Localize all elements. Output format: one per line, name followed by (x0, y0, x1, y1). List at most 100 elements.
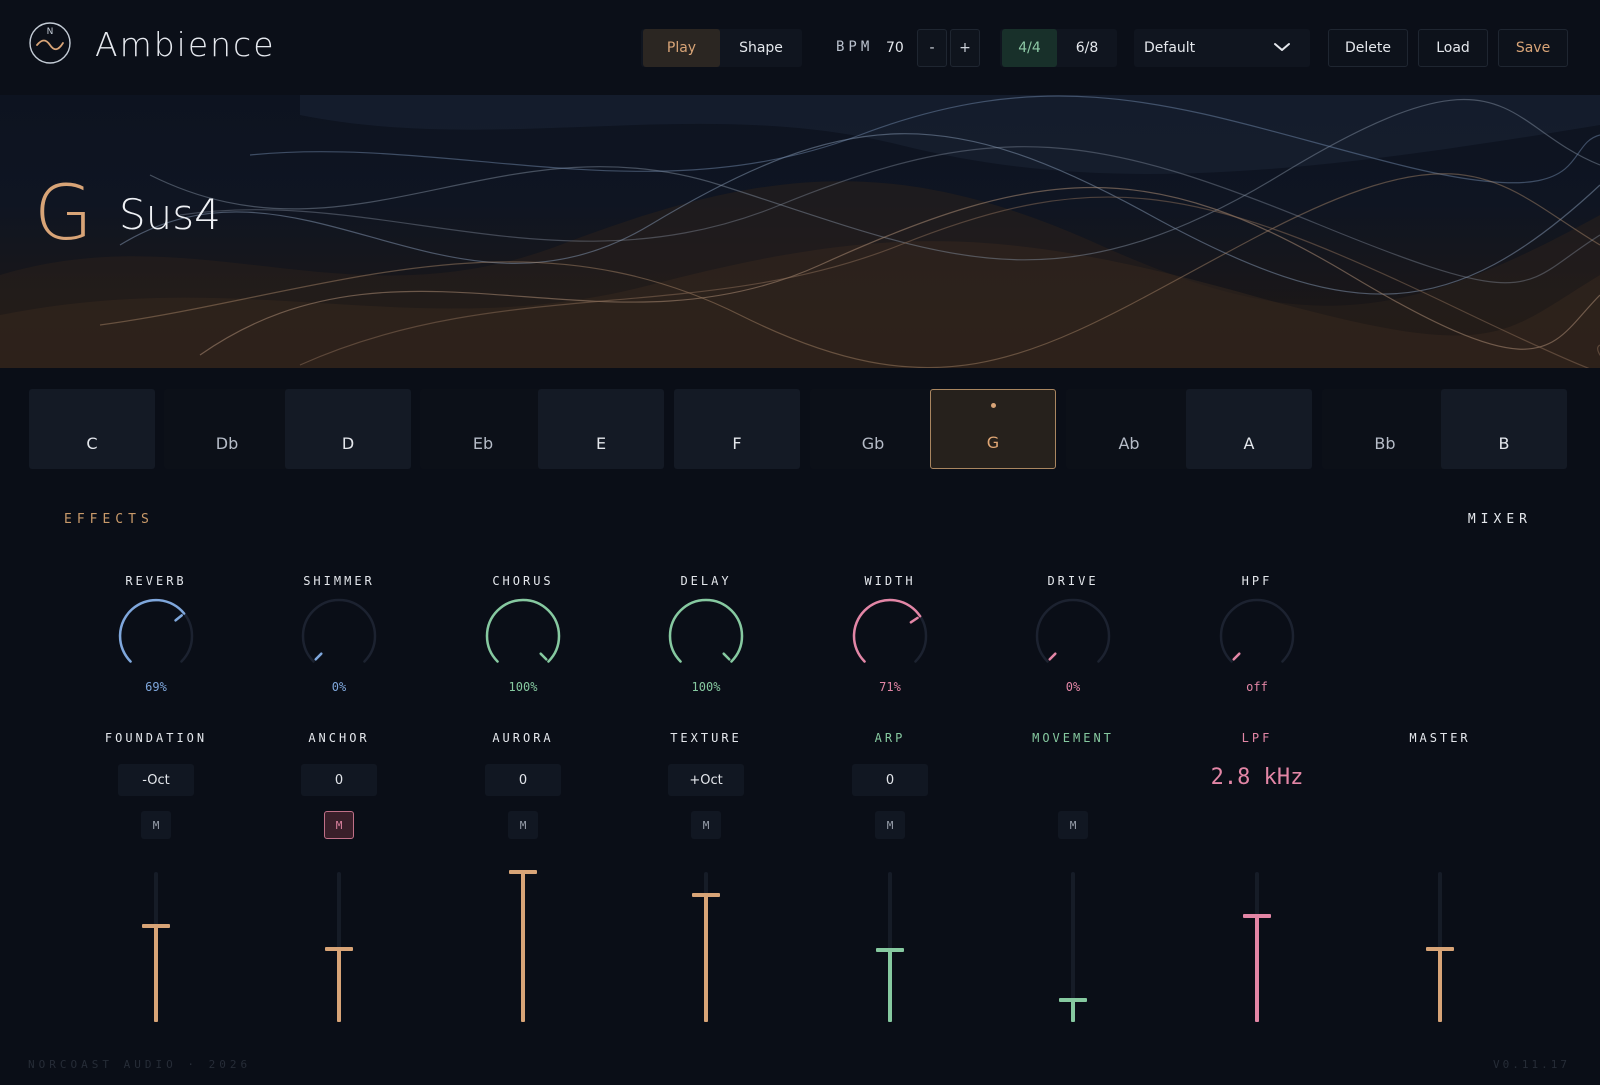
knob-shimmer[interactable]: SHIMMER 0% (279, 574, 399, 694)
knob-pointer (539, 652, 548, 661)
channel-label: ANCHOR (308, 731, 370, 745)
delete-button[interactable]: Delete (1328, 29, 1408, 67)
knob-dial[interactable] (1217, 596, 1297, 676)
fader-fill (1255, 915, 1259, 1022)
volume-fader[interactable] (1059, 872, 1087, 1022)
knob-chorus[interactable]: CHORUS 100% (463, 574, 583, 694)
bpm-increase-button[interactable]: + (950, 29, 980, 67)
key-label: Ab (1118, 434, 1140, 453)
knob-hpf[interactable]: HPF off (1197, 574, 1317, 694)
knob-value-arc (852, 598, 922, 663)
knob-dial[interactable] (666, 596, 746, 676)
top-bar: N Ambience Play Shape BPM 70 - + 4/4 6/8… (0, 0, 1600, 95)
mute-button[interactable]: M (324, 811, 354, 839)
chevron-down-icon (1274, 43, 1290, 51)
key-a[interactable]: A (1186, 389, 1312, 469)
fader-handle[interactable] (876, 948, 904, 952)
chord-quality: Sus4 (119, 190, 221, 239)
knob-value-arc (668, 598, 744, 663)
volume-fader[interactable] (142, 872, 170, 1022)
knob-width[interactable]: WIDTH 71% (830, 574, 950, 694)
knob-label: DRIVE (1047, 574, 1099, 588)
mute-button[interactable]: M (508, 811, 538, 839)
volume-fader[interactable] (1426, 872, 1454, 1022)
play-mode-button[interactable]: Play (643, 29, 720, 67)
fader-handle[interactable] (1059, 997, 1087, 1002)
key-b[interactable]: B (1441, 389, 1567, 469)
load-button[interactable]: Load (1418, 29, 1488, 67)
knob-dial[interactable] (116, 596, 196, 676)
knob-pointer (1048, 652, 1057, 661)
knob-dial[interactable] (850, 596, 930, 676)
key-c[interactable]: C (29, 389, 155, 469)
key-bb[interactable]: Bb (1322, 389, 1448, 469)
key-g[interactable]: G (930, 389, 1056, 469)
channel-label: LPF (1241, 731, 1273, 745)
key-label: F (732, 434, 742, 453)
key-eb[interactable]: Eb (420, 389, 546, 469)
volume-fader[interactable] (325, 872, 353, 1022)
logo-icon: N (29, 22, 71, 64)
octave-field[interactable]: -Oct (118, 764, 194, 796)
fader-handle[interactable] (142, 924, 170, 928)
key-f[interactable]: F (674, 389, 800, 469)
shape-mode-button[interactable]: Shape (722, 29, 800, 67)
knob-track (1219, 598, 1295, 663)
volume-fader[interactable] (876, 872, 904, 1022)
knob-pointer (722, 652, 731, 661)
fader-fill (337, 948, 341, 1022)
channel-label: TEXTURE (670, 731, 742, 745)
time-sig-6-8-button[interactable]: 6/8 (1059, 29, 1115, 67)
knob-label: WIDTH (864, 574, 916, 588)
volume-fader[interactable] (1243, 872, 1271, 1022)
channel-label: MASTER (1409, 731, 1471, 745)
knob-dial[interactable] (299, 596, 379, 676)
channel-label: AURORA (492, 731, 554, 745)
effects-section-title: EFFECTS (64, 512, 154, 527)
preset-dropdown[interactable]: Default (1134, 29, 1310, 67)
footer-version: V0.11.17 (1493, 1058, 1570, 1071)
save-button[interactable]: Save (1498, 29, 1568, 67)
bpm-decrease-button[interactable]: - (917, 29, 947, 67)
mute-button[interactable]: M (875, 811, 905, 839)
fader-handle[interactable] (325, 946, 353, 951)
key-e[interactable]: E (538, 389, 664, 469)
knob-dial[interactable] (483, 596, 563, 676)
key-label: C (86, 434, 98, 453)
volume-fader[interactable] (692, 872, 720, 1022)
chord-root: G (34, 168, 93, 257)
channel-label: ARP (874, 731, 906, 745)
knob-reverb[interactable]: REVERB 69% (96, 574, 216, 694)
volume-fader[interactable] (509, 870, 537, 1022)
knob-dial[interactable] (1033, 596, 1113, 676)
key-gb[interactable]: Gb (810, 389, 936, 469)
mute-button[interactable]: M (1058, 811, 1088, 839)
knob-value: off (1246, 680, 1268, 694)
knob-label: SHIMMER (303, 574, 375, 588)
fader-handle[interactable] (1243, 913, 1271, 918)
key-label: D (341, 434, 355, 453)
knob-label: REVERB (125, 574, 187, 588)
octave-field[interactable]: 0 (301, 764, 377, 796)
knob-delay[interactable]: DELAY 100% (646, 574, 766, 694)
mute-button[interactable]: M (141, 811, 171, 839)
key-db[interactable]: Db (164, 389, 290, 469)
knob-value: 71% (879, 680, 901, 694)
key-label: Gb (861, 434, 885, 453)
chord-visualizer: G Sus4 (0, 95, 1600, 368)
mute-button[interactable]: M (691, 811, 721, 839)
octave-field[interactable]: 0 (485, 764, 561, 796)
knob-track (301, 598, 377, 663)
time-sig-4-4-button[interactable]: 4/4 (1002, 29, 1057, 67)
knob-drive[interactable]: DRIVE 0% (1013, 574, 1133, 694)
octave-field[interactable]: 0 (852, 764, 928, 796)
bpm-value: 70 (886, 40, 904, 56)
key-ab[interactable]: Ab (1066, 389, 1192, 469)
fader-handle[interactable] (509, 870, 537, 874)
key-d[interactable]: D (285, 389, 411, 469)
app-title: Ambience (95, 25, 276, 64)
fader-handle[interactable] (1426, 946, 1454, 951)
octave-field[interactable]: +Oct (668, 764, 744, 796)
knob-label: DELAY (680, 574, 732, 588)
fader-handle[interactable] (692, 892, 720, 897)
